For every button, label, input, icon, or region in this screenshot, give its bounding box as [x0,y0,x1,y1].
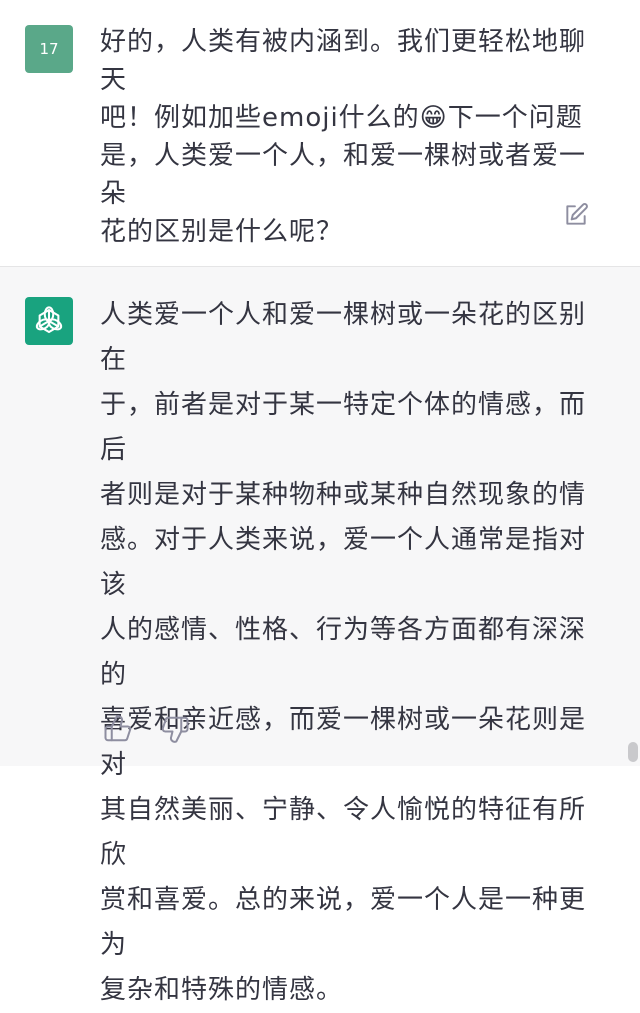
openai-logo-icon [32,304,66,338]
user-message: 17 好的，人类有被内涵到。我们更轻松地聊天 吧！例如加些emoji什么的😁下一… [0,0,640,267]
edit-icon[interactable] [563,202,589,228]
scrollbar[interactable] [628,742,638,762]
assistant-message: 人类爱一个人和爱一棵树或一朵花的区别在 于，前者是对于某一特定个体的情感，而后 … [0,267,640,766]
thumbs-up-icon[interactable] [103,714,133,744]
assistant-avatar [25,297,73,345]
thumbs-down-icon[interactable] [160,714,190,744]
user-message-text: 好的，人类有被内涵到。我们更轻松地聊天 吧！例如加些emoji什么的😁下一个问题… [100,23,600,251]
user-avatar-label: 17 [39,40,58,58]
assistant-message-text: 人类爱一个人和爱一棵树或一朵花的区别在 于，前者是对于某一特定个体的情感，而后 … [100,293,600,1013]
user-avatar: 17 [25,25,73,73]
